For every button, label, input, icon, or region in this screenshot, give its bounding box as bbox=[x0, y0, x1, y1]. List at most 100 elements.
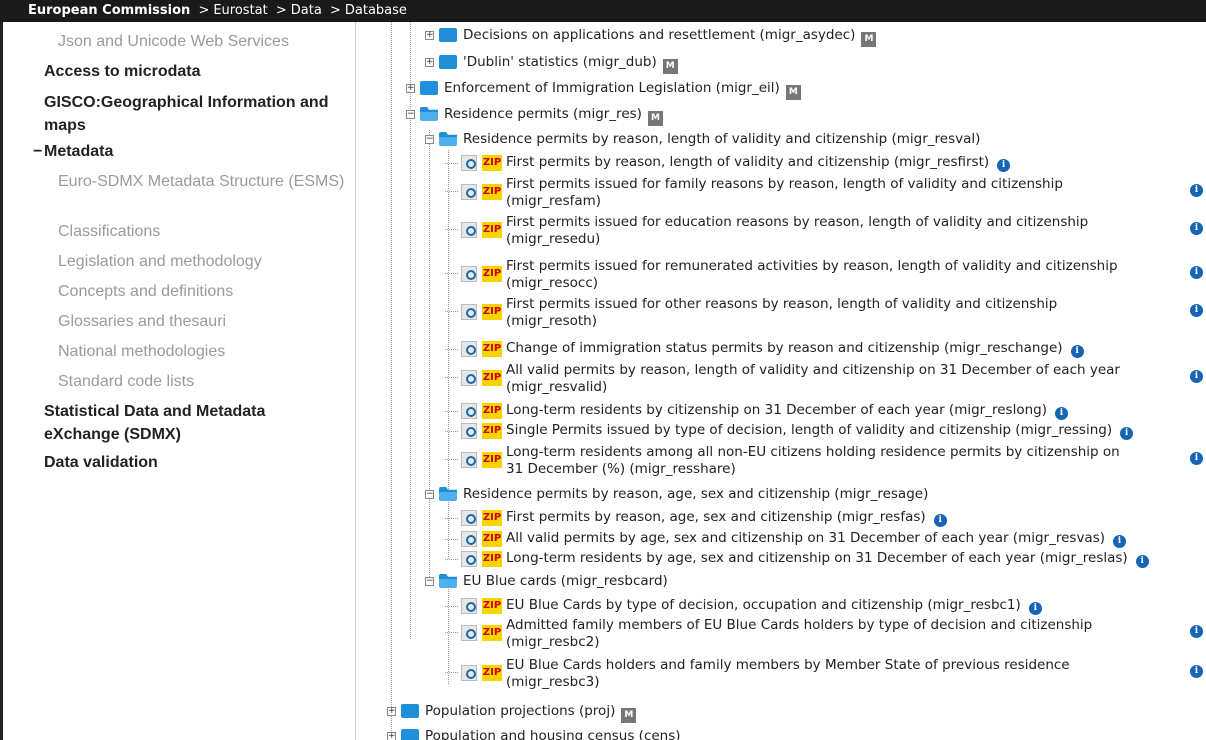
dataset-label[interactable]: Long-term residents by age, sex and citi… bbox=[506, 550, 1149, 568]
zip-download-icon[interactable]: ZIP bbox=[482, 184, 502, 200]
dataset-code[interactable]: 31 December (%) (migr_resshare) bbox=[506, 461, 736, 477]
breadcrumb-data[interactable]: Data bbox=[291, 3, 322, 18]
data-explorer-icon[interactable] bbox=[461, 304, 477, 320]
dataset-label[interactable]: First permits issued for other reasons b… bbox=[506, 296, 1057, 312]
sidebar-item[interactable]: − Metadata bbox=[33, 140, 344, 163]
expand-icon[interactable]: + bbox=[406, 84, 415, 93]
collapse-icon[interactable]: − bbox=[33, 140, 42, 163]
data-explorer-icon[interactable] bbox=[461, 341, 477, 357]
sidebar-item[interactable]: National methodologies bbox=[58, 340, 358, 363]
zip-download-icon[interactable]: ZIP bbox=[482, 341, 502, 357]
folder-label[interactable]: Residence permits by reason, age, sex an… bbox=[463, 486, 928, 502]
dataset-code[interactable]: (migr_resedu) bbox=[506, 231, 600, 247]
data-explorer-icon[interactable] bbox=[461, 222, 477, 238]
sidebar-item[interactable]: Glossaries and thesauri bbox=[58, 310, 358, 333]
dataset-code[interactable]: (migr_resbc2) bbox=[506, 634, 599, 650]
info-icon[interactable]: i bbox=[1120, 427, 1134, 440]
metadata-badge-icon[interactable]: M bbox=[621, 708, 637, 723]
collapse-icon[interactable]: − bbox=[425, 135, 434, 144]
info-icon[interactable]: i bbox=[1070, 345, 1084, 358]
data-explorer-icon[interactable] bbox=[461, 531, 477, 547]
metadata-badge-icon[interactable]: M bbox=[785, 85, 801, 100]
zip-download-icon[interactable]: ZIP bbox=[482, 510, 502, 526]
info-icon[interactable]: i bbox=[1028, 602, 1042, 615]
dataset-label[interactable]: Long-term residents among all non-EU cit… bbox=[506, 444, 1120, 460]
info-icon[interactable]: i bbox=[1135, 555, 1149, 568]
dataset-label[interactable]: First permits issued for education reaso… bbox=[506, 214, 1088, 230]
zip-download-icon[interactable]: ZIP bbox=[482, 222, 502, 238]
dataset-code[interactable]: (migr_resbc3) bbox=[506, 674, 599, 690]
data-explorer-icon[interactable] bbox=[461, 510, 477, 526]
data-explorer-icon[interactable] bbox=[461, 423, 477, 439]
dataset-label[interactable]: Single Permits issued by type of decisio… bbox=[506, 422, 1134, 440]
metadata-badge-icon[interactable]: M bbox=[647, 111, 663, 126]
breadcrumb-eurostat[interactable]: Eurostat bbox=[213, 3, 267, 18]
info-icon[interactable]: i bbox=[1190, 665, 1203, 678]
data-explorer-icon[interactable] bbox=[461, 184, 477, 200]
zip-download-icon[interactable]: ZIP bbox=[482, 625, 502, 641]
collapse-icon[interactable]: − bbox=[406, 110, 415, 119]
dataset-code[interactable]: (migr_resocc) bbox=[506, 275, 598, 291]
dataset-label[interactable]: All valid permits by reason, length of v… bbox=[506, 362, 1120, 378]
zip-download-icon[interactable]: ZIP bbox=[482, 452, 502, 468]
data-explorer-icon[interactable] bbox=[461, 665, 477, 681]
dataset-label[interactable]: First permits issued for remunerated act… bbox=[506, 258, 1118, 274]
folder-label[interactable]: 'Dublin' statistics (migr_dub) M bbox=[463, 54, 678, 74]
data-explorer-icon[interactable] bbox=[461, 266, 477, 282]
sidebar-item[interactable]: GISCO:Geographical Information and maps bbox=[44, 91, 344, 137]
zip-download-icon[interactable]: ZIP bbox=[482, 531, 502, 547]
data-explorer-icon[interactable] bbox=[461, 598, 477, 614]
zip-download-icon[interactable]: ZIP bbox=[482, 370, 502, 386]
sidebar-item[interactable]: Json and Unicode Web Services bbox=[58, 30, 358, 53]
folder-label[interactable]: Residence permits by reason, length of v… bbox=[463, 131, 980, 147]
info-icon[interactable]: i bbox=[1190, 222, 1203, 235]
dataset-label[interactable]: First permits by reason, age, sex and ci… bbox=[506, 509, 947, 527]
dataset-label[interactable]: Long-term residents by citizenship on 31… bbox=[506, 402, 1068, 420]
zip-download-icon[interactable]: ZIP bbox=[482, 266, 502, 282]
dataset-label[interactable]: All valid permits by age, sex and citize… bbox=[506, 530, 1127, 548]
expand-icon[interactable]: + bbox=[425, 31, 434, 40]
info-icon[interactable]: i bbox=[1190, 184, 1203, 197]
info-icon[interactable]: i bbox=[1113, 535, 1127, 548]
dataset-label[interactable]: EU Blue Cards by type of decision, occup… bbox=[506, 597, 1042, 615]
info-icon[interactable]: i bbox=[1190, 452, 1203, 465]
info-icon[interactable]: i bbox=[933, 514, 947, 527]
info-icon[interactable]: i bbox=[997, 159, 1011, 172]
info-icon[interactable]: i bbox=[1054, 407, 1068, 420]
dataset-label[interactable]: Change of immigration status permits by … bbox=[506, 340, 1084, 358]
dataset-label[interactable]: Admitted family members of EU Blue Cards… bbox=[506, 617, 1092, 633]
breadcrumb-root[interactable]: European Commission bbox=[28, 3, 190, 18]
data-explorer-icon[interactable] bbox=[461, 625, 477, 641]
zip-download-icon[interactable]: ZIP bbox=[482, 155, 502, 171]
info-icon[interactable]: i bbox=[1190, 625, 1203, 638]
data-explorer-icon[interactable] bbox=[461, 370, 477, 386]
collapse-icon[interactable]: − bbox=[425, 577, 434, 586]
dataset-label[interactable]: First permits by reason, length of valid… bbox=[506, 154, 1011, 172]
info-icon[interactable]: i bbox=[1190, 370, 1203, 383]
sidebar-item[interactable]: Access to microdata bbox=[44, 60, 344, 83]
zip-download-icon[interactable]: ZIP bbox=[482, 423, 502, 439]
sidebar-item[interactable]: Standard code lists bbox=[58, 370, 358, 393]
sidebar-item[interactable]: Classifications bbox=[58, 220, 358, 243]
folder-label[interactable]: Population projections (proj) M bbox=[425, 703, 637, 723]
expand-icon[interactable]: + bbox=[387, 707, 396, 716]
data-explorer-icon[interactable] bbox=[461, 403, 477, 419]
zip-download-icon[interactable]: ZIP bbox=[482, 551, 502, 567]
data-explorer-icon[interactable] bbox=[461, 155, 477, 171]
dataset-code[interactable]: (migr_resoth) bbox=[506, 313, 597, 329]
zip-download-icon[interactable]: ZIP bbox=[482, 665, 502, 681]
sidebar-item[interactable]: Euro-SDMX Metadata Structure (ESMS) bbox=[58, 170, 358, 193]
dataset-code[interactable]: (migr_resfam) bbox=[506, 193, 601, 209]
folder-label[interactable]: Enforcement of Immigration Legislation (… bbox=[444, 80, 801, 100]
data-explorer-icon[interactable] bbox=[461, 452, 477, 468]
breadcrumb-database[interactable]: Database bbox=[345, 3, 407, 18]
data-explorer-icon[interactable] bbox=[461, 551, 477, 567]
zip-download-icon[interactable]: ZIP bbox=[482, 598, 502, 614]
folder-label[interactable]: Decisions on applications and resettleme… bbox=[463, 27, 877, 47]
metadata-badge-icon[interactable]: M bbox=[662, 59, 678, 74]
sidebar-item[interactable]: Statistical Data and Metadata eXchange (… bbox=[44, 400, 344, 446]
metadata-badge-icon[interactable]: M bbox=[861, 32, 877, 47]
sidebar-item[interactable]: Data validation bbox=[44, 451, 344, 474]
info-icon[interactable]: i bbox=[1190, 304, 1203, 317]
zip-download-icon[interactable]: ZIP bbox=[482, 403, 502, 419]
